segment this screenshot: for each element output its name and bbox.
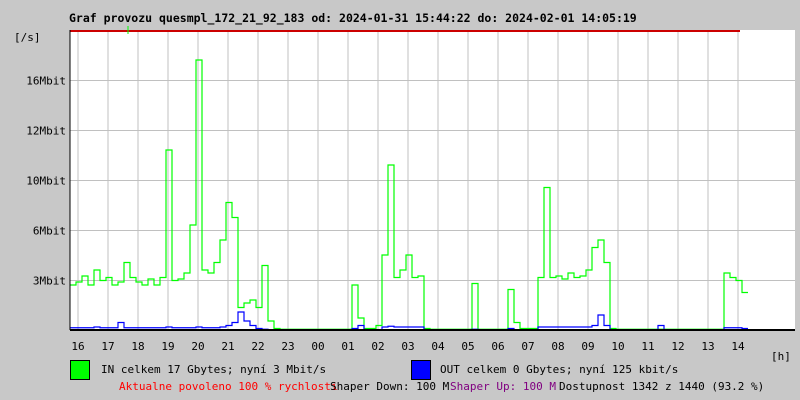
y-tick-label: 12Mbit xyxy=(26,125,66,138)
y-tick-label: 6Mbit xyxy=(33,225,66,238)
allowed-speed-text: Aktualne povoleno 100 % rychlosti xyxy=(119,380,338,393)
shaper-down-text: Shaper Down: 100 M xyxy=(330,380,450,393)
legend-out-text: OUT celkem 0 Gbytes; nyní 125 kbit/s xyxy=(440,363,679,376)
x-tick-label: 02 xyxy=(371,340,384,353)
x-tick-label: 04 xyxy=(431,340,445,353)
traffic-graph: Graf provozu quesmpl_172_21_92_183 od: 2… xyxy=(0,0,800,400)
x-tick-label: 22 xyxy=(251,340,264,353)
x-tick-label: 09 xyxy=(581,340,594,353)
y-tick-label: 3Mbit xyxy=(33,275,66,288)
x-tick-label: 18 xyxy=(131,340,144,353)
legend-in-text: IN celkem 17 Gbytes; nyní 3 Mbit/s xyxy=(101,363,327,376)
chart-plot: 16 17 18 19 20 21 22 23 00 01 02 03 04 05 06 07 08 09 10 11… xyxy=(26,26,795,353)
x-tick-label: 07 xyxy=(521,340,534,353)
x-tick-label: 12 xyxy=(671,340,684,353)
x-tick-label: 16 xyxy=(71,340,84,353)
availability-text: Dostupnost 1342 z 1440 (93.2 %) xyxy=(559,380,765,393)
x-tick-label: 23 xyxy=(281,340,294,353)
x-tick-label: 14 xyxy=(731,340,745,353)
x-tick-label: 01 xyxy=(341,340,354,353)
x-tick-label: 03 xyxy=(401,340,414,353)
y-tick-label: 10Mbit xyxy=(26,175,66,188)
y-tick-label: 16Mbit xyxy=(26,75,66,88)
x-tick-label: 19 xyxy=(161,340,174,353)
x-tick-label: 08 xyxy=(551,340,564,353)
x-tick-label: 10 xyxy=(611,340,624,353)
shaper-up-text: Shaper Up: 100 M xyxy=(450,380,556,393)
x-tick-label: 17 xyxy=(101,340,114,353)
x-tick-label: 13 xyxy=(701,340,714,353)
x-tick-label: 06 xyxy=(491,340,504,353)
legend-out-swatch xyxy=(411,360,431,380)
x-tick-label: 05 xyxy=(461,340,474,353)
x-tick-label: 21 xyxy=(221,340,234,353)
x-tick-label: 20 xyxy=(191,340,204,353)
x-tick-label: 00 xyxy=(311,340,324,353)
legend-in-swatch xyxy=(70,360,90,380)
x-tick-label: 11 xyxy=(641,340,654,353)
